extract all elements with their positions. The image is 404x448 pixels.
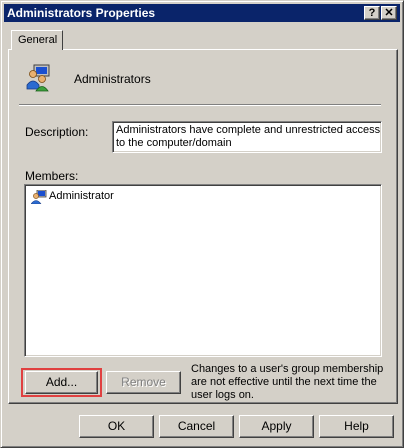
remove-button[interactable]: Remove <box>106 371 181 394</box>
title-bar[interactable]: Administrators Properties ? ✕ <box>4 4 400 22</box>
description-line-1: Administrators have complete and unrestr… <box>116 124 381 136</box>
separator <box>19 104 381 106</box>
help-footer-button[interactable]: Help <box>319 415 394 438</box>
description-line-2: to the computer/domain <box>116 137 232 149</box>
apply-button[interactable]: Apply <box>239 415 314 438</box>
description-field[interactable]: Administrators have complete and unrestr… <box>112 121 382 153</box>
group-name: Administrators <box>74 72 151 86</box>
users-group-icon <box>25 63 51 93</box>
membership-note: Changes to a user's group membership are… <box>191 363 383 402</box>
member-name: Administrator <box>49 190 114 202</box>
note-line-2: are not effective until the next time th… <box>191 376 377 388</box>
note-line-1: Changes to a user's group membership <box>191 363 384 375</box>
close-button[interactable]: ✕ <box>381 6 397 20</box>
window-title: Administrators Properties <box>7 6 156 20</box>
members-label: Members: <box>25 169 79 183</box>
tab-general-label: General <box>18 34 58 46</box>
cancel-button[interactable]: Cancel <box>159 415 234 438</box>
note-line-3: user logs on. <box>191 389 254 401</box>
description-label: Description: <box>25 125 89 139</box>
add-button[interactable]: Add... <box>25 371 98 394</box>
properties-dialog: Administrators Properties ? ✕ General Ad… <box>0 0 404 448</box>
tab-general[interactable]: General <box>11 30 63 50</box>
help-button[interactable]: ? <box>364 6 380 20</box>
ok-button[interactable]: OK <box>79 415 154 438</box>
members-list[interactable]: Administrator <box>24 184 382 357</box>
user-icon <box>30 189 47 205</box>
